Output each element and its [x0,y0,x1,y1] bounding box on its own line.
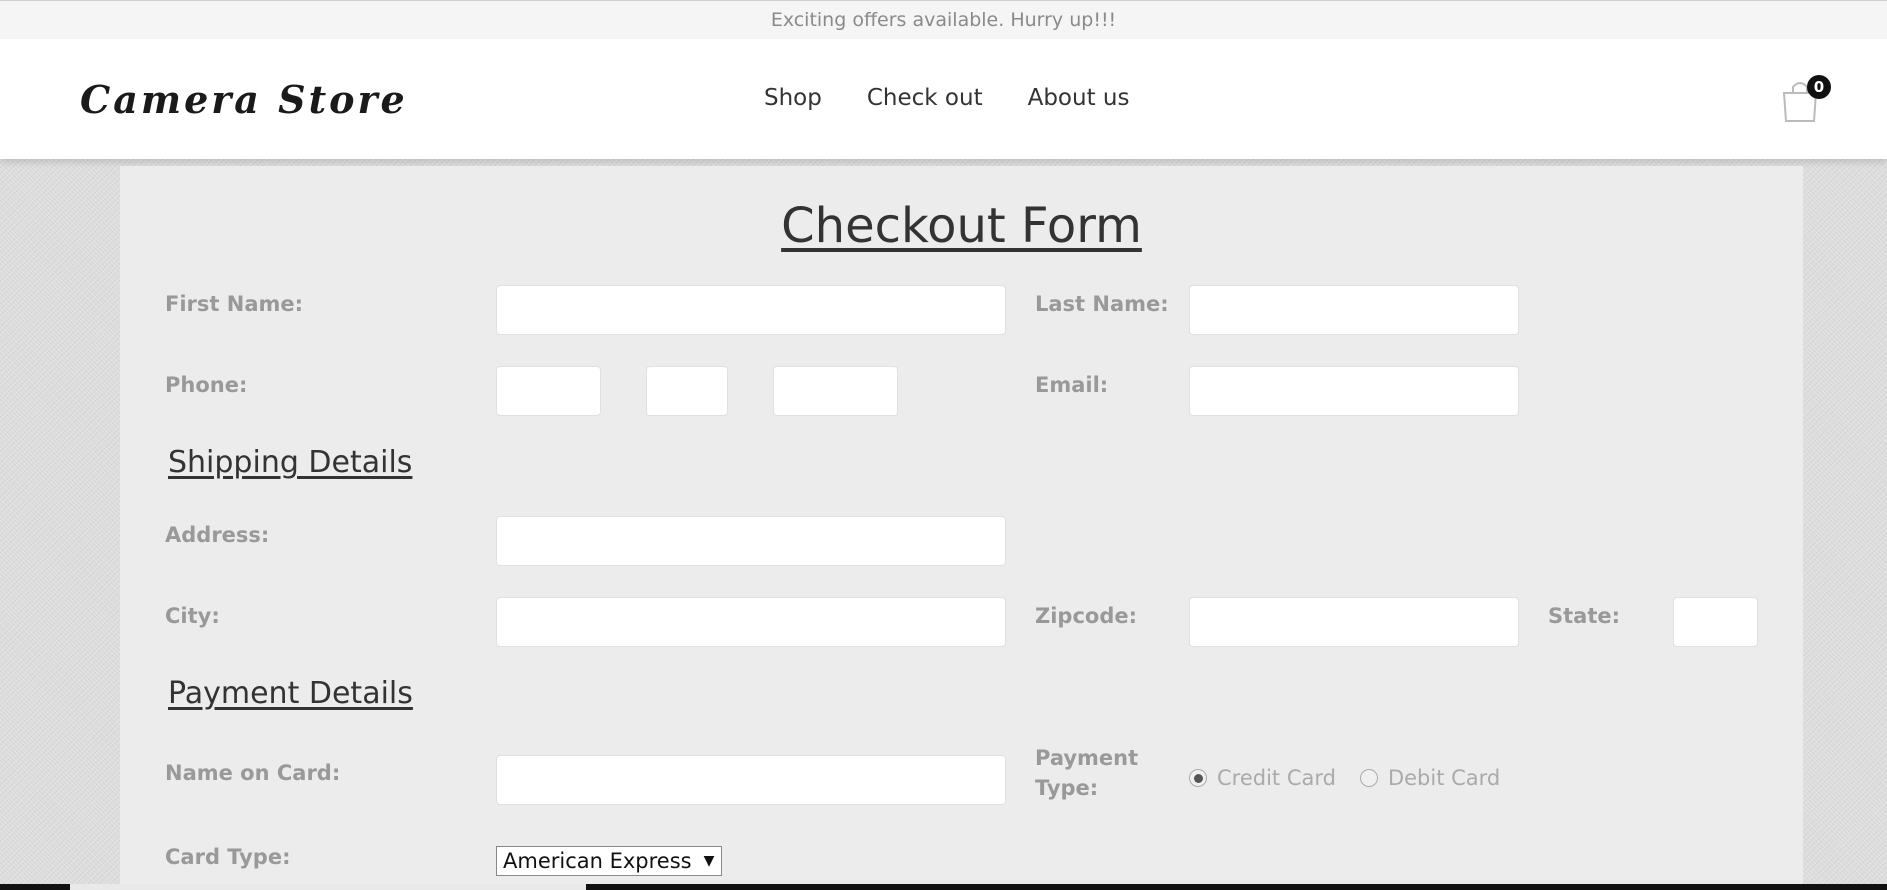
phone-prefix-field[interactable] [646,366,728,416]
payment-details-heading: Payment Details [168,676,413,711]
cart-count-badge: 0 [1807,75,1831,99]
state-label: State: [1548,604,1621,628]
store-logo[interactable]: Camera Store [80,77,408,122]
last-name-label: Last Name: [1035,292,1169,316]
name-on-card-field[interactable] [496,755,1006,805]
first-name-field[interactable] [496,285,1006,335]
email-field[interactable] [1189,366,1519,416]
card-type-label: Card Type: [165,845,291,869]
zipcode-label: Zipcode: [1035,604,1138,628]
name-on-card-label: Name on Card: [165,761,341,785]
bottom-edge-segment [70,884,586,890]
main-nav: Shop Check out About us [764,85,1129,111]
address-label: Address: [165,523,270,547]
nav-shop[interactable]: Shop [764,85,822,111]
city-label: City: [165,604,220,628]
site-header: Camera Store Shop Check out About us 0 [0,39,1887,159]
email-label: Email: [1035,373,1109,397]
zipcode-field[interactable] [1189,597,1519,647]
cart-button[interactable]: 0 [1780,75,1831,122]
phone-line-field[interactable] [773,366,898,416]
bottom-edge [0,884,1887,890]
credit-card-radio[interactable] [1189,769,1207,787]
address-field[interactable] [496,516,1006,566]
shipping-details-heading: Shipping Details [168,445,413,480]
checkout-form-panel: Checkout Form First Name: Last Name: Pho… [120,166,1803,890]
debit-card-label: Debit Card [1387,766,1501,790]
credit-card-option[interactable]: Credit Card [1189,766,1336,790]
payment-type-label-line2: Type: [1035,776,1099,800]
card-type-select[interactable]: American Express ▼ [496,846,722,876]
dropdown-arrow-icon: ▼ [703,853,715,869]
city-field[interactable] [496,597,1006,647]
first-name-label: First Name: [165,292,304,316]
last-name-field[interactable] [1189,285,1519,335]
state-field[interactable] [1673,597,1758,647]
phone-label: Phone: [165,373,248,397]
debit-card-radio[interactable] [1359,769,1378,787]
promo-banner: Exciting offers available. Hurry up!!! [0,0,1887,39]
nav-checkout[interactable]: Check out [867,85,983,111]
card-type-value: American Express [503,849,692,873]
promo-text: Exciting offers available. Hurry up!!! [770,9,1117,31]
payment-type-radio-group: Credit Card Debit Card [1189,766,1500,790]
debit-card-option[interactable]: Debit Card [1359,766,1501,790]
nav-about-us[interactable]: About us [1028,85,1130,111]
radio-selected-dot [1193,773,1203,783]
phone-area-code-field[interactable] [496,366,601,416]
credit-card-label: Credit Card [1217,766,1336,790]
payment-type-label-line1: Payment [1035,746,1139,770]
page-title: Checkout Form [781,198,1142,254]
